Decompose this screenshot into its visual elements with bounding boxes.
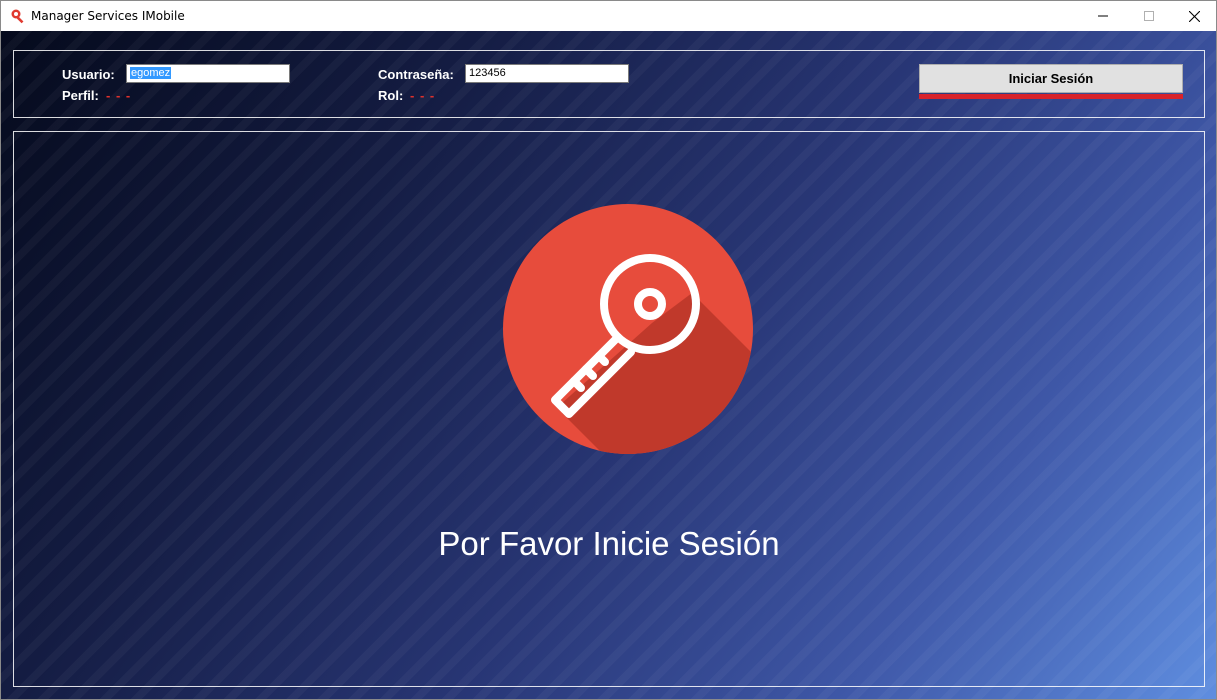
perfil-label: Perfil:	[62, 88, 99, 103]
minimize-button[interactable]	[1080, 1, 1126, 31]
usuario-value: egomez	[130, 67, 172, 79]
client-area: Usuario: egomez Perfil: - - - Contraseña…	[1, 31, 1216, 699]
window-title: Manager Services IMobile	[31, 9, 185, 23]
usuario-input[interactable]: egomez	[126, 64, 290, 83]
close-icon	[1188, 10, 1200, 22]
close-button[interactable]	[1171, 1, 1216, 31]
key-icon	[503, 204, 753, 454]
iniciar-sesion-button[interactable]: Iniciar Sesión	[919, 64, 1183, 93]
login-prompt-message: Por Favor Inicie Sesión	[438, 525, 780, 562]
contrasena-value: 123456	[469, 67, 506, 79]
rol-value: - - -	[410, 88, 436, 103]
app-icon	[11, 9, 24, 24]
title-bar[interactable]: Manager Services IMobile	[1, 1, 1216, 31]
perfil-value: - - -	[106, 88, 132, 103]
minimize-icon	[1098, 15, 1108, 17]
rol-label: Rol:	[378, 88, 404, 103]
usuario-label: Usuario:	[62, 67, 115, 82]
contrasena-label: Contraseña:	[378, 67, 454, 82]
maximize-icon	[1144, 11, 1154, 21]
login-panel: Usuario: egomez Perfil: - - - Contraseña…	[13, 50, 1205, 118]
contrasena-input[interactable]: 123456	[465, 64, 629, 83]
maximize-button[interactable]	[1126, 1, 1172, 31]
app-window: Manager Services IMobile Usuario: egomez…	[0, 0, 1217, 700]
iniciar-sesion-accent-bar	[919, 94, 1183, 99]
main-panel: Por Favor Inicie Sesión	[13, 131, 1205, 687]
